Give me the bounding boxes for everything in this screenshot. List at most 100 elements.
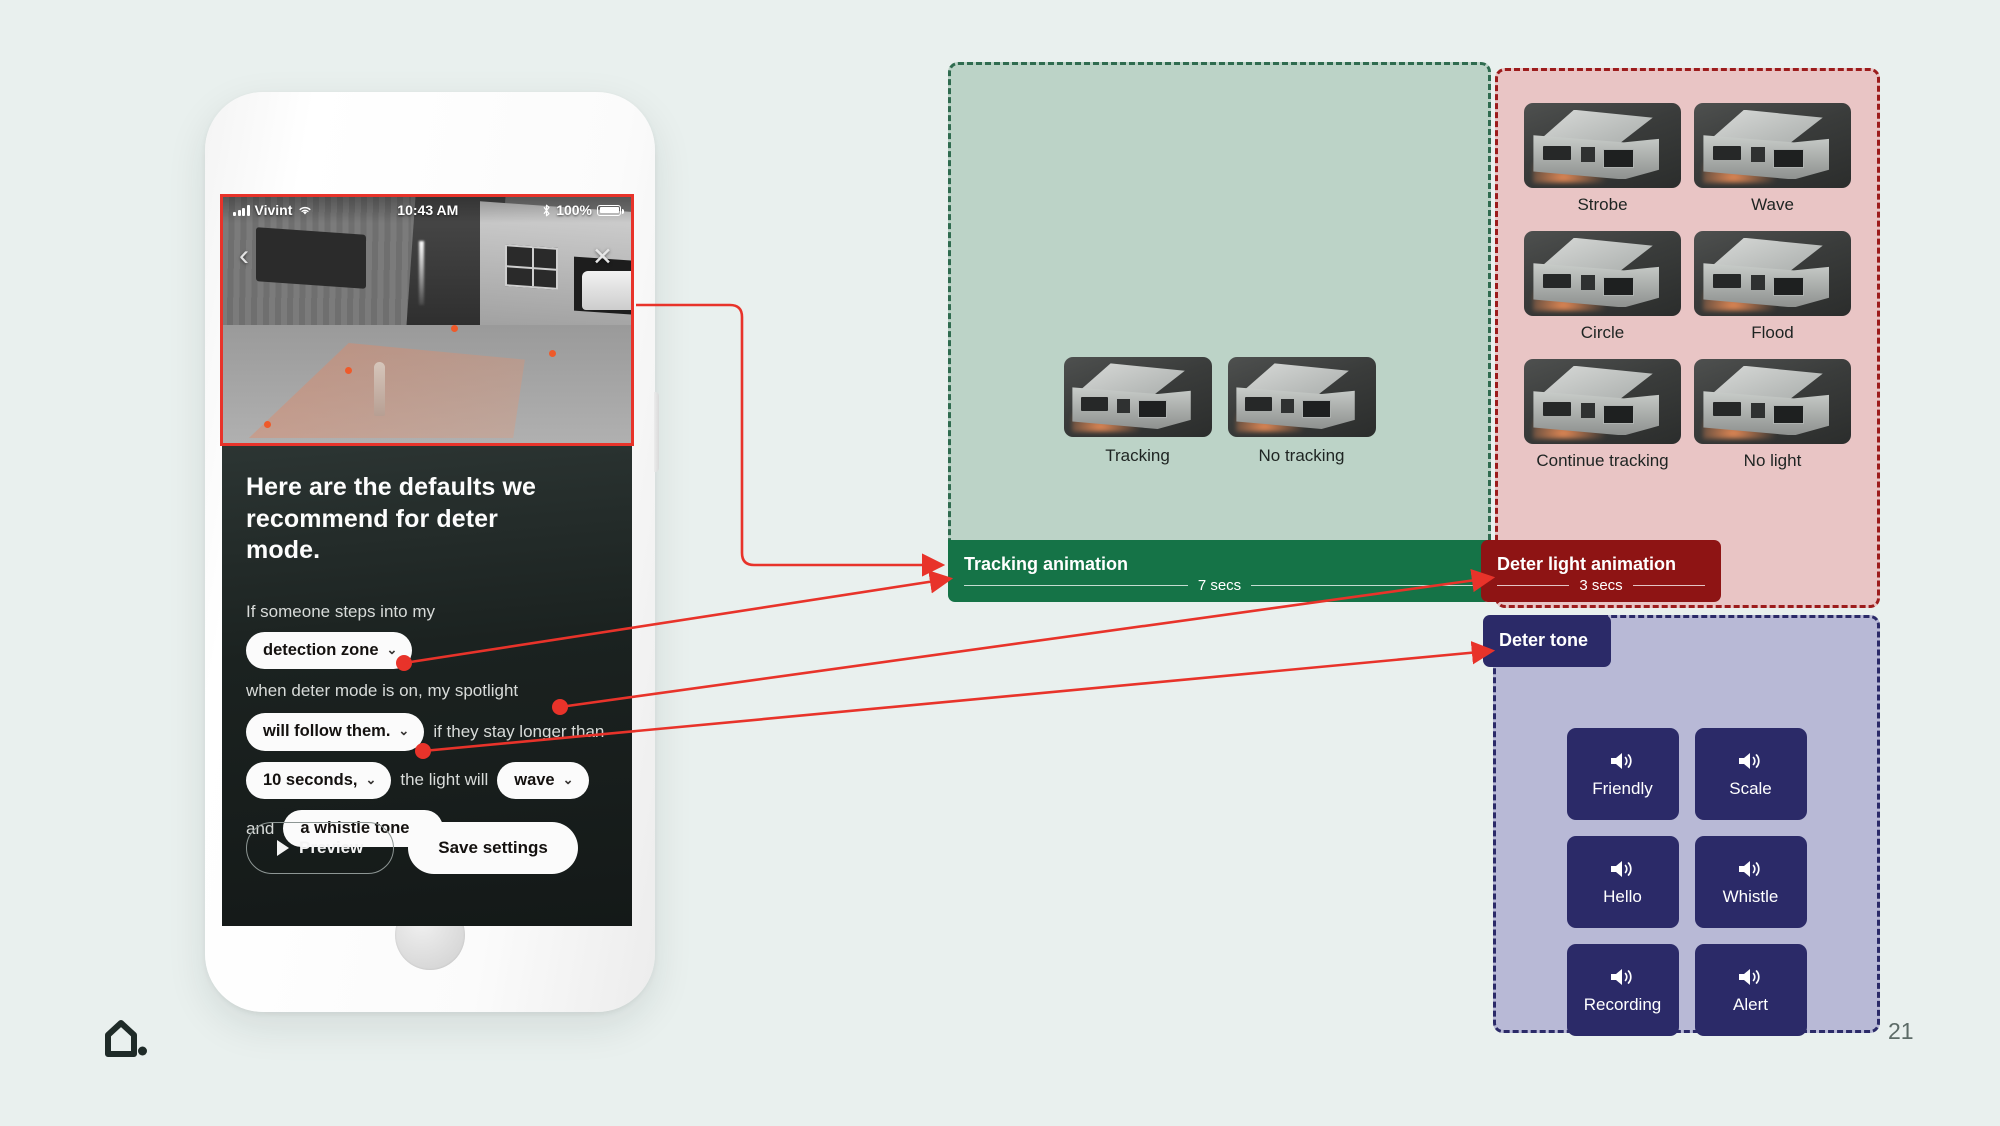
cam-parked-car: [582, 270, 631, 311]
deter-light-option-no-light[interactable]: No light: [1694, 359, 1851, 471]
sentence-text: when deter mode is on, my spotlight: [246, 681, 519, 701]
zone-handle-dot[interactable]: [549, 349, 557, 357]
tone-button-alert[interactable]: Alert: [1694, 944, 1807, 1036]
deter-light-option-continue-tracking[interactable]: Continue tracking: [1524, 359, 1681, 471]
page-title: Here are the defaults we recommend for d…: [246, 473, 537, 564]
bluetooth-icon: [543, 204, 550, 216]
deter-light-option-wave[interactable]: Wave: [1694, 103, 1851, 215]
detection-zone-value: detection zone: [263, 640, 379, 659]
tone-button-scale[interactable]: Scale: [1694, 728, 1807, 820]
camera-feed-highlight: Vivint 10:43 AM 100% ‹ ✕: [220, 194, 634, 446]
back-chevron-icon[interactable]: ‹: [239, 241, 249, 271]
save-settings-label: Save settings: [438, 838, 548, 857]
carrier-label: Vivint: [254, 202, 293, 218]
spotlight-behavior-dropdown[interactable]: will follow them. ⌄: [246, 713, 425, 751]
option-label: No tracking: [1258, 446, 1345, 465]
light-animation-dropdown[interactable]: wave ⌄: [497, 761, 589, 799]
option-label: Continue tracking: [1536, 451, 1669, 470]
tone-label: Hello: [1603, 886, 1642, 906]
deter-light-duration-bar: Deter light animation 3 secs: [1481, 540, 1721, 602]
house-thumbnail: [1524, 359, 1681, 444]
duration-dropdown[interactable]: 10 seconds, ⌄: [246, 761, 392, 799]
sentence-line-1: If someone steps into my detection zone …: [246, 601, 608, 670]
speaker-icon: [1738, 968, 1760, 985]
duration-rule-left: [1497, 584, 1570, 587]
tone-button-recording[interactable]: Recording: [1566, 944, 1679, 1036]
duration-rule-left: [964, 584, 1188, 587]
chevron-down-icon: ⌄: [386, 641, 398, 657]
battery-icon: [597, 204, 624, 216]
deter-light-duration-row: 3 secs: [1481, 577, 1721, 604]
cam-window: [504, 244, 558, 290]
slide-canvas: Vivint 10:43 AM 100% ‹ ✕ Here are the de…: [0, 0, 2000, 1126]
preview-button[interactable]: Preview: [246, 822, 395, 874]
option-label: Tracking: [1105, 446, 1170, 465]
speaker-icon: [1738, 860, 1760, 877]
house-thumbnail: [1694, 103, 1851, 188]
house-thumbnail: [1694, 359, 1851, 444]
deter-light-animation-panel: Strobe Wave Circle Flood Continue tracki…: [1495, 68, 1880, 608]
deter-tone-grid: Friendly Scale Hello Whistle Recording A…: [1496, 728, 1877, 1036]
chevron-down-icon: ⌄: [365, 771, 377, 787]
connector-camera-to-tracking: [636, 303, 946, 577]
battery-percent-label: 100%: [556, 202, 592, 218]
chevron-down-icon: ⌄: [562, 771, 574, 787]
deter-defaults-sheet: Here are the defaults we recommend for d…: [222, 446, 632, 926]
deter-light-option-strobe[interactable]: Strobe: [1524, 103, 1681, 215]
tone-label: Alert: [1733, 994, 1768, 1014]
close-icon[interactable]: ✕: [592, 245, 613, 270]
duration-rule-right: [1632, 584, 1706, 587]
deter-light-options-grid: Strobe Wave Circle Flood Continue tracki…: [1498, 103, 1877, 471]
sentence-text: if they stay longer than: [433, 721, 605, 741]
sentence-line-4: 10 seconds, ⌄ the light will wave ⌄: [246, 761, 608, 799]
tone-label: Whistle: [1722, 886, 1779, 906]
duration-rule-right: [1251, 584, 1476, 587]
home-brand-logo: [104, 1018, 148, 1063]
tracking-option-no-tracking[interactable]: No tracking: [1227, 357, 1376, 466]
detection-zone-dropdown[interactable]: detection zone ⌄: [246, 631, 413, 670]
tone-label: Scale: [1729, 778, 1772, 798]
tracking-duration-row: 7 secs: [948, 577, 1491, 604]
light-animation-value: wave: [514, 770, 555, 789]
speaker-icon: [1738, 752, 1760, 769]
deter-light-option-flood[interactable]: Flood: [1694, 231, 1851, 343]
option-label: Strobe: [1577, 195, 1628, 214]
deter-tone-label-bar: Deter tone: [1483, 615, 1611, 667]
sentence-text: If someone steps into my: [246, 601, 435, 621]
chevron-down-icon: ⌄: [398, 723, 410, 739]
deter-light-option-circle[interactable]: Circle: [1524, 231, 1681, 343]
option-label: Wave: [1751, 195, 1794, 214]
cellular-signal-icon: [233, 204, 250, 216]
house-thumbnail: [1524, 103, 1681, 188]
tracking-options-row: Tracking No tracking: [951, 357, 1488, 466]
tone-button-friendly[interactable]: Friendly: [1566, 728, 1679, 820]
deter-tone-title: Deter tone: [1499, 630, 1589, 650]
sentence-line-2: when deter mode is on, my spotlight: [246, 680, 608, 702]
house-thumbnail: [1227, 357, 1376, 437]
tracking-duration-value: 7 secs: [1197, 577, 1242, 594]
sentence-text: the light will: [400, 770, 489, 790]
sentence-line-3: will follow them. ⌄ if they stay longer …: [246, 713, 608, 751]
tracking-animation-panel: Tracking No tracking: [948, 62, 1491, 602]
speaker-icon: [1610, 752, 1632, 769]
spotlight-behavior-value: will follow them.: [263, 722, 391, 741]
house-thumbnail: [1524, 231, 1681, 316]
tone-button-hello[interactable]: Hello: [1566, 836, 1679, 928]
camera-feed-image: [223, 197, 631, 443]
cam-person-figure: [373, 361, 385, 416]
speaker-icon: [1610, 968, 1632, 985]
cam-dark-panel: [255, 227, 366, 290]
status-bar: Vivint 10:43 AM 100%: [223, 197, 631, 223]
cam-spotlight-beam: [418, 241, 424, 306]
sheet-action-buttons: Preview Save settings: [246, 822, 578, 874]
tracking-animation-title: Tracking animation: [964, 554, 1129, 574]
deter-tone-panel: Friendly Scale Hello Whistle Recording A…: [1493, 615, 1880, 1036]
page-number: 21: [1888, 1018, 1914, 1044]
preview-button-label: Preview: [299, 838, 364, 857]
tracking-option-tracking[interactable]: Tracking: [1063, 357, 1212, 466]
save-settings-button[interactable]: Save settings: [408, 822, 578, 874]
tone-button-whistle[interactable]: Whistle: [1694, 836, 1807, 928]
deter-light-animation-title: Deter light animation: [1497, 554, 1677, 574]
tone-label: Recording: [1583, 994, 1662, 1014]
zone-handle-dot[interactable]: [263, 421, 271, 429]
